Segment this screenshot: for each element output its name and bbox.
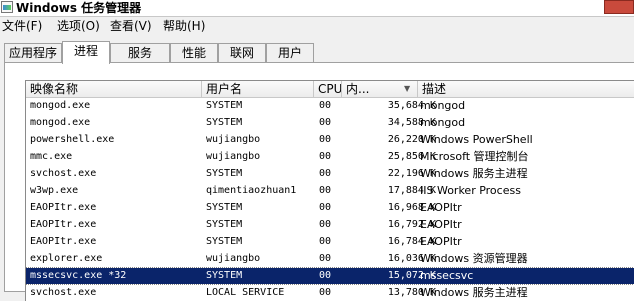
description-cell: IIS Worker Process bbox=[420, 184, 521, 197]
cpu-cell: 00 bbox=[319, 236, 332, 247]
user-name-cell: SYSTEM bbox=[206, 202, 243, 213]
user-name-cell: SYSTEM bbox=[206, 168, 243, 179]
user-name-cell: wujiangbo bbox=[206, 151, 261, 162]
menu-help[interactable]: 帮助(H) bbox=[163, 18, 205, 34]
list-header: 映像名称 用户名 CPU 内... ▼ 描述 bbox=[26, 81, 634, 98]
process-name-cell: mssecsvc.exe *32 bbox=[30, 270, 127, 281]
cpu-cell: 00 bbox=[319, 168, 332, 179]
column-header-name[interactable]: 映像名称 bbox=[26, 81, 202, 97]
cpu-cell: 00 bbox=[319, 287, 332, 298]
process-name-cell: svchost.exe bbox=[30, 287, 97, 298]
table-row[interactable]: EAOPItr.exe SYSTEM 00 16,784 K EAOPItr bbox=[26, 234, 634, 250]
description-cell: Windows 服务主进程 bbox=[420, 167, 528, 180]
process-name-cell: EAOPItr.exe bbox=[30, 236, 97, 247]
user-name-cell: wujiangbo bbox=[206, 134, 261, 145]
user-name-cell: SYSTEM bbox=[206, 270, 243, 281]
window-title: Windows 任务管理器 bbox=[16, 1, 142, 15]
process-name-cell: explorer.exe bbox=[30, 253, 103, 264]
description-cell: EAOPItr bbox=[420, 201, 462, 214]
table-row[interactable]: mongod.exe SYSTEM 00 35,684 Kmongod bbox=[26, 98, 634, 114]
menu-options[interactable]: 选项(O) bbox=[57, 18, 100, 34]
process-name-cell: svchost.exe bbox=[30, 168, 97, 179]
table-row[interactable]: mssecsvc.exe *32 SYSTEM 00 15,072 Kmssecsvc bbox=[25, 267, 634, 285]
cpu-cell: 00 bbox=[319, 185, 332, 196]
user-name-cell: LOCAL SERVICE bbox=[206, 287, 285, 298]
description-cell: mongod bbox=[420, 99, 466, 112]
user-name-cell: SYSTEM bbox=[206, 219, 243, 230]
table-row[interactable]: explorer.exe wujiangbo 00 16,036 K Windows 资… bbox=[26, 251, 634, 267]
tab-networking[interactable]: 联网 bbox=[218, 43, 266, 62]
close-button[interactable] bbox=[604, 0, 634, 14]
cpu-cell: 00 bbox=[319, 134, 332, 145]
menu-bar: 文件(F) 选项(O) 查看(V) 帮助(H) bbox=[0, 16, 634, 36]
cpu-cell: 00 bbox=[319, 117, 332, 128]
description-cell: mongod bbox=[420, 116, 466, 129]
column-header-memory-label: 内... bbox=[346, 82, 370, 96]
tab-applications[interactable]: 应用程序 bbox=[4, 43, 62, 62]
cpu-cell: 00 bbox=[319, 151, 332, 162]
column-header-memory[interactable]: 内... ▼ bbox=[342, 81, 418, 97]
process-name-cell: EAOPItr.exe bbox=[30, 219, 97, 230]
user-name-cell: SYSTEM bbox=[206, 236, 243, 247]
table-row[interactable]: powershell.exe wujiangbo 00 26,220 K Windows… bbox=[26, 132, 634, 148]
process-name-cell: w3wp.exe bbox=[30, 185, 79, 196]
process-name-cell: EAOPItr.exe bbox=[30, 202, 97, 213]
description-cell: mssecsvc bbox=[420, 269, 474, 282]
sort-descending-icon: ▼ bbox=[404, 84, 411, 93]
table-row[interactable]: EAOPItr.exe SYSTEM 00 16,792 K EAOPItr bbox=[26, 217, 634, 233]
table-row[interactable]: mongod.exe SYSTEM 00 34,588 Kmongod bbox=[26, 115, 634, 131]
column-header-description[interactable]: 描述 bbox=[418, 81, 634, 97]
table-row[interactable]: svchost.exe SYSTEM 00 22,196 K Windows 服务主进程 bbox=[26, 166, 634, 182]
menu-file[interactable]: 文件(F) bbox=[2, 18, 42, 34]
description-cell: Microsoft 管理控制台 bbox=[420, 150, 529, 163]
user-name-cell: SYSTEM bbox=[206, 117, 243, 128]
process-name-cell: powershell.exe bbox=[30, 134, 115, 145]
user-name-cell: wujiangbo bbox=[206, 253, 261, 264]
process-name-cell: mongod.exe bbox=[30, 117, 91, 128]
description-cell: Windows PowerShell bbox=[420, 133, 533, 146]
tab-strip: 应用程序 进程 服务 性能 联网 用户 bbox=[0, 41, 634, 64]
cpu-cell: 00 bbox=[319, 219, 332, 230]
task-manager-icon bbox=[1, 1, 13, 13]
cpu-cell: 00 bbox=[319, 270, 332, 281]
user-name-cell: qimentiaozhuan1 bbox=[206, 185, 297, 196]
title-bar: Windows 任务管理器 bbox=[0, 0, 634, 17]
cpu-cell: 00 bbox=[319, 202, 332, 213]
description-cell: Windows 资源管理器 bbox=[420, 252, 528, 265]
table-row[interactable]: mmc.exe wujiangbo 00 25,856 K Microsoft 管理控制… bbox=[26, 149, 634, 165]
tab-performance[interactable]: 性能 bbox=[170, 43, 218, 62]
user-name-cell: SYSTEM bbox=[206, 100, 243, 111]
description-cell: EAOPItr bbox=[420, 235, 462, 248]
tab-processes[interactable]: 进程 bbox=[62, 41, 110, 64]
processes-panel: 映像名称 用户名 CPU 内... ▼ 描述 mongod.exe SYSTEM 0… bbox=[4, 62, 634, 301]
process-name-cell: mongod.exe bbox=[30, 100, 91, 111]
description-cell: EAOPItr bbox=[420, 218, 462, 231]
column-header-user[interactable]: 用户名 bbox=[202, 81, 314, 97]
description-cell: Windows 服务主进程 bbox=[420, 286, 528, 299]
table-row[interactable]: w3wp.exe qimentiaozhuan1 00 17,884 K IIS Wor… bbox=[26, 183, 634, 199]
cpu-cell: 00 bbox=[319, 100, 332, 111]
menu-view[interactable]: 查看(V) bbox=[110, 18, 152, 34]
tab-users[interactable]: 用户 bbox=[266, 43, 314, 62]
process-list[interactable]: 映像名称 用户名 CPU 内... ▼ 描述 mongod.exe SYSTEM 0… bbox=[25, 80, 634, 301]
table-row[interactable]: svchost.exe LOCAL SERVICE 00 13,780 K Window… bbox=[26, 285, 634, 301]
tab-services[interactable]: 服务 bbox=[110, 43, 170, 62]
column-header-cpu[interactable]: CPU bbox=[314, 81, 342, 97]
table-row[interactable]: EAOPItr.exe SYSTEM 00 16,968 K EAOPItr bbox=[26, 200, 634, 216]
process-name-cell: mmc.exe bbox=[30, 151, 73, 162]
cpu-cell: 00 bbox=[319, 253, 332, 264]
